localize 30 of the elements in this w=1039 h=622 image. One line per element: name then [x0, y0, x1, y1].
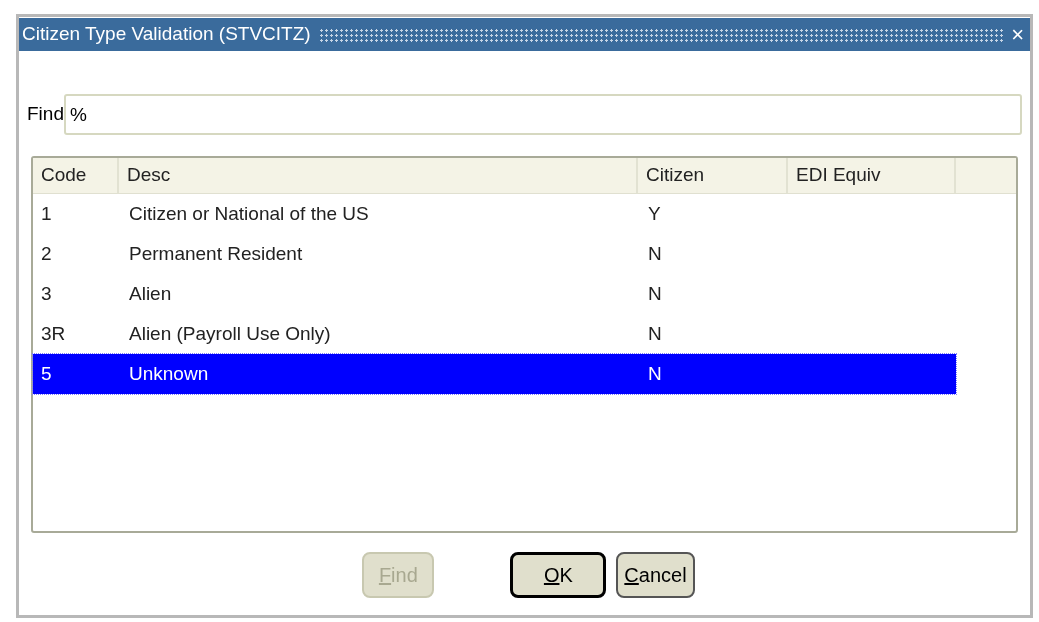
table-cell-text: N: [647, 361, 663, 386]
table-cell-text: Alien: [128, 281, 173, 306]
column-header[interactable]: EDI Equiv: [788, 158, 956, 193]
table-row[interactable]: 5 Unknown N: [33, 354, 956, 394]
table-row[interactable]: 2 Permanent Resident N: [33, 234, 956, 274]
table-cell-text: N: [647, 321, 663, 346]
find-label: Find: [27, 102, 64, 127]
find-field[interactable]: %: [63, 94, 1022, 135]
table-cell-text: Unknown: [128, 361, 210, 386]
table-row[interactable]: 3 Alien N: [33, 274, 956, 314]
table-cell-text: Citizen or National of the US: [128, 201, 370, 226]
close-button[interactable]: ×: [1011, 23, 1024, 46]
table-row[interactable]: 1 Citizen or National of the US Y: [33, 194, 956, 234]
table-cell-text: 3R: [40, 321, 67, 346]
table-cell-text: N: [647, 281, 663, 306]
table-cell-text: 1: [40, 201, 53, 226]
table-cell-text: Alien (Payroll Use Only): [128, 321, 332, 346]
table-cell-text: Permanent Resident: [128, 241, 304, 266]
table-cell-text: 3: [40, 281, 53, 306]
table-row[interactable]: 3R Alien (Payroll Use Only) N: [33, 314, 956, 354]
dialog-button[interactable]: Cancel: [616, 552, 695, 598]
dialog-button[interactable]: OK: [510, 552, 607, 598]
table-cell-text: N: [647, 241, 663, 266]
column-header[interactable]: Desc: [119, 158, 638, 193]
column-header[interactable]: Citizen: [638, 158, 788, 193]
window-title: Citizen Type Validation (STVCITZ): [22, 22, 311, 47]
table-cell-text: 2: [40, 241, 53, 266]
table-cell-text: 5: [40, 361, 53, 386]
table-cell-text: Y: [647, 201, 662, 226]
column-header[interactable]: Code: [33, 158, 119, 193]
